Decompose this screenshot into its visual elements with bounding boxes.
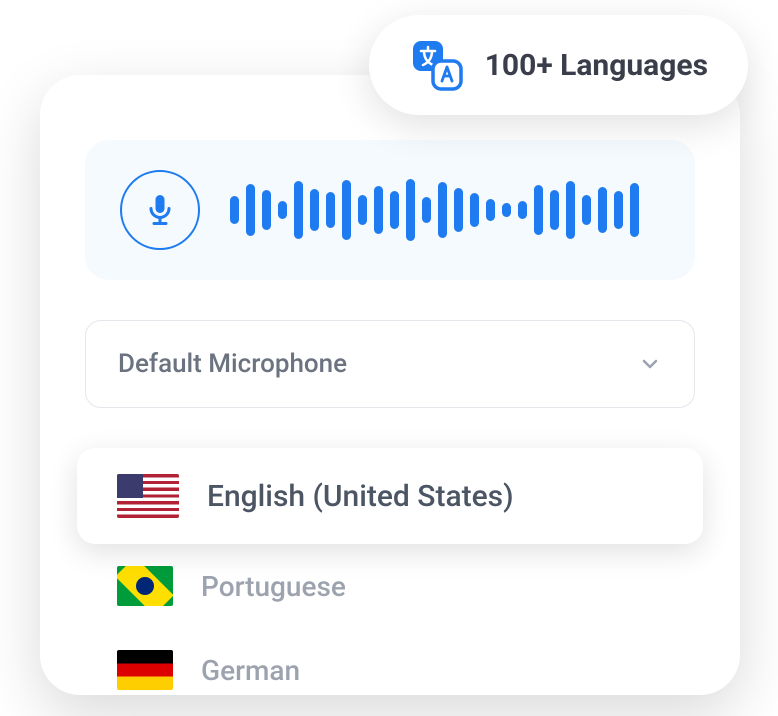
- microphone-button[interactable]: [120, 170, 200, 250]
- waveform-bar: [374, 186, 383, 234]
- waveform-bar: [342, 180, 351, 240]
- waveform-bar: [470, 193, 479, 227]
- microphone-dropdown[interactable]: Default Microphone: [85, 320, 695, 408]
- waveform-bar: [486, 199, 495, 221]
- language-label: German: [201, 654, 300, 687]
- language-item-english-us[interactable]: English (United States): [77, 448, 703, 544]
- translate-icon: [409, 37, 465, 93]
- waveform-bar: [406, 179, 415, 241]
- language-label: English (United States): [207, 479, 514, 514]
- flag-germany-icon: [117, 650, 173, 690]
- waveform-bar: [310, 189, 319, 231]
- waveform-bar: [502, 203, 511, 217]
- language-item-german[interactable]: German: [85, 628, 695, 712]
- waveform-bar: [278, 201, 287, 219]
- waveform-bar: [326, 192, 335, 228]
- waveform-bar: [422, 197, 431, 223]
- language-list: English (United States) Portuguese Germa…: [85, 448, 695, 712]
- microphone-dropdown-label: Default Microphone: [118, 349, 347, 379]
- microphone-icon: [142, 192, 178, 228]
- chevron-down-icon: [638, 352, 662, 376]
- waveform-bar: [630, 183, 639, 237]
- waveform-bar: [262, 190, 271, 230]
- waveform-bar: [582, 195, 591, 225]
- waveform-bar: [438, 182, 447, 238]
- flag-us-icon: [117, 474, 179, 518]
- waveform-bar: [454, 188, 463, 232]
- languages-count-label: 100+ Languages: [485, 48, 708, 83]
- waveform-bar: [566, 181, 575, 239]
- audio-waveform: [230, 179, 660, 241]
- flag-brazil-icon: [117, 566, 173, 606]
- waveform-bar: [614, 191, 623, 229]
- main-card: Default Microphone English (United State…: [40, 75, 740, 695]
- waveform-bar: [294, 181, 303, 239]
- waveform-bar: [390, 191, 399, 229]
- languages-badge: 100+ Languages: [369, 15, 748, 115]
- language-item-portuguese[interactable]: Portuguese: [85, 544, 695, 628]
- waveform-bar: [534, 185, 543, 235]
- waveform-bar: [246, 184, 255, 236]
- waveform-bar: [550, 190, 559, 230]
- waveform-bar: [518, 201, 527, 219]
- audio-panel: [85, 140, 695, 280]
- waveform-bar: [230, 196, 239, 224]
- waveform-bar: [598, 187, 607, 233]
- waveform-bar: [358, 195, 367, 225]
- language-label: Portuguese: [201, 570, 346, 603]
